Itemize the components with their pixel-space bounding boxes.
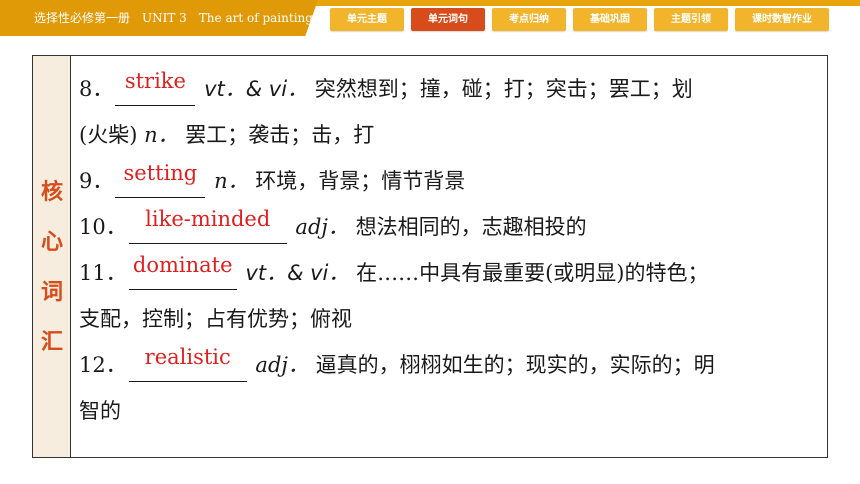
definition: 想法相同的，志趣相投的 [355, 215, 587, 239]
header-bar: 选择性必修第一册 UNIT 3 The art of painting 单元主题… [0, 0, 860, 38]
side-char: 汇 [40, 330, 63, 355]
vocab-entry: 10． like-minded adj． 想法相同的，志趣相投的 [79, 204, 825, 250]
vocab-entry-continued: 支配，控制；占有优势；俯视 [79, 296, 825, 342]
part-of-speech: adj． [295, 215, 349, 239]
unit-title: 选择性必修第一册 UNIT 3 The art of painting [0, 0, 318, 36]
entry-number: 12． [79, 353, 127, 377]
definition: 在……中具有最重要(或明显)的特色； [356, 261, 709, 285]
definition: 突然想到；撞，碰；打；突击；罢工；划 [314, 77, 693, 101]
entry-number: 10． [79, 215, 127, 239]
definition-prefix: (火柴) [79, 123, 138, 147]
side-char: 词 [40, 280, 63, 305]
entry-number: 9． [79, 169, 114, 193]
answer-blank: strike [115, 69, 196, 106]
answer-blank: dominate [128, 253, 237, 290]
definition: 逼真的，栩栩如生的；现实的，实际的；明 [315, 353, 715, 377]
vocab-panel: 核 心 词 汇 8． strike vt．& vi． 突然想到；撞，碰；打；突击；… [32, 55, 828, 458]
part-of-speech: vt．& vi． [204, 77, 309, 101]
part-of-speech: n． [214, 169, 249, 193]
side-char: 核 [40, 180, 63, 205]
answer-text: dominate [132, 253, 233, 277]
part-of-speech: n． [144, 123, 179, 147]
answer-text: setting [123, 161, 198, 185]
tab-unit-theme[interactable]: 单元主题 [330, 8, 404, 31]
tab-basic-practice[interactable]: 基础巩固 [573, 8, 647, 31]
definition: 支配，控制；占有优势；俯视 [79, 307, 352, 331]
answer-blank: like-minded [128, 207, 287, 244]
tab-unit-words[interactable]: 单元词句 [411, 8, 485, 31]
definition: 智的 [79, 399, 121, 423]
definition: 罢工；袭击；击，打 [185, 123, 375, 147]
part-of-speech: vt．& vi． [245, 261, 350, 285]
tab-digital-homework[interactable]: 课时数智作业 [735, 8, 829, 31]
vocab-entry: 9． setting n． 环境，背景；情节背景 [79, 158, 825, 204]
vocab-entries: 8． strike vt．& vi． 突然想到；撞，碰；打；突击；罢工；划 (火柴… [79, 66, 825, 434]
definition: 环境，背景；情节背景 [255, 169, 466, 193]
answer-text: like-minded [145, 207, 271, 231]
vocab-entry-continued: 智的 [79, 388, 825, 434]
part-of-speech: adj． [255, 353, 309, 377]
entry-number: 8． [79, 77, 114, 101]
vocab-entry: 8． strike vt．& vi． 突然想到；撞，碰；打；突击；罢工；划 [79, 66, 825, 112]
tab-theme-guide[interactable]: 主题引领 [654, 8, 728, 31]
vocab-entry: 12． realistic adj． 逼真的，栩栩如生的；现实的，实际的；明 [79, 342, 825, 388]
side-char: 心 [40, 230, 63, 255]
vocab-entry-continued: (火柴) n． 罢工；袭击；击，打 [79, 112, 825, 158]
side-label-core-vocab: 核 心 词 汇 [33, 56, 71, 457]
entry-number: 11． [79, 261, 127, 285]
answer-blank: realistic [128, 345, 247, 382]
answer-blank: setting [115, 161, 206, 198]
answer-text: realistic [144, 345, 231, 369]
answer-text: strike [124, 69, 186, 93]
tab-key-points[interactable]: 考点归纳 [492, 8, 566, 31]
vocab-entry: 11． dominate vt．& vi． 在……中具有最重要(或明显)的特色； [79, 250, 825, 296]
